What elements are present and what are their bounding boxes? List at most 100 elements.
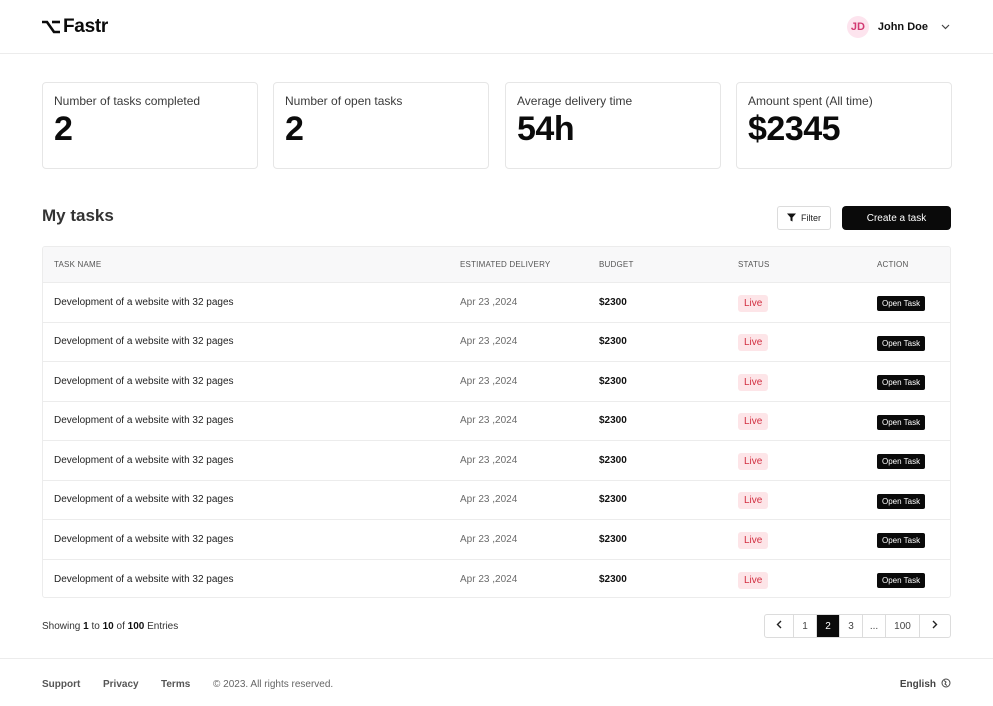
- open-task-button[interactable]: Open Task: [877, 335, 926, 351]
- stat-label: Number of open tasks: [285, 94, 403, 108]
- table-row: Development of a website with 32 pages Ap…: [43, 481, 950, 520]
- page-button[interactable]: 1: [794, 615, 817, 637]
- open-task-button[interactable]: Open Task: [877, 375, 926, 391]
- tasks-table: TASK NAME ESTIMATED DELIVERY BUDGET STAT…: [42, 246, 951, 598]
- column-header[interactable]: TASK NAME: [54, 260, 101, 269]
- page-button[interactable]: 3: [840, 615, 863, 637]
- table-row: Development of a website with 32 pages Ap…: [43, 520, 950, 560]
- task-delivery: Apr 23 ,2024: [460, 573, 518, 585]
- status-badge: Live: [738, 294, 769, 312]
- status-badge: Live: [738, 373, 769, 391]
- showing-to: 10: [102, 621, 114, 632]
- task-name: Development of a website with 32 pages: [54, 375, 234, 387]
- stat-card-avg-delivery: Average delivery time 54h: [505, 82, 721, 169]
- task-delivery: Apr 23 ,2024: [460, 494, 518, 506]
- section-title: My tasks: [42, 206, 114, 225]
- open-task-button[interactable]: Open Task: [877, 414, 926, 430]
- task-delivery: Apr 23 ,2024: [460, 296, 518, 308]
- stat-card-tasks-completed: Number of tasks completed 2: [42, 82, 258, 169]
- column-header: ACTION: [877, 260, 909, 269]
- stat-value: 2: [285, 110, 304, 148]
- chevron-right-icon: [932, 620, 938, 632]
- task-delivery: Apr 23 ,2024: [460, 533, 518, 545]
- next-page-button[interactable]: [920, 615, 950, 637]
- table-header: TASK NAME ESTIMATED DELIVERY BUDGET STAT…: [43, 247, 950, 283]
- status-badge: Live: [738, 492, 769, 510]
- task-budget: $2300: [599, 296, 627, 308]
- footer-link-terms[interactable]: Terms: [161, 679, 190, 690]
- column-header[interactable]: STATUS: [738, 260, 770, 269]
- prev-page-button[interactable]: [765, 615, 794, 637]
- task-name: Development of a website with 32 pages: [54, 296, 234, 308]
- stat-card-open-tasks: Number of open tasks 2: [273, 82, 489, 169]
- task-name: Development of a website with 32 pages: [54, 533, 234, 545]
- option-key-icon: [42, 20, 60, 34]
- footer-link-support[interactable]: Support: [42, 679, 80, 690]
- language-label: English: [899, 679, 936, 690]
- task-name: Development of a website with 32 pages: [54, 336, 234, 348]
- table-row: Development of a website with 32 pages Ap…: [43, 402, 950, 441]
- stat-card-amount-spent: Amount spent (All time) $2345: [736, 82, 952, 169]
- task-budget: $2300: [599, 533, 627, 545]
- column-header[interactable]: ESTIMATED DELIVERY: [460, 260, 550, 269]
- footer-link-privacy[interactable]: Privacy: [103, 679, 139, 690]
- open-task-button[interactable]: Open Task: [877, 493, 926, 509]
- open-task-button[interactable]: Open Task: [877, 533, 926, 549]
- avatar: JD: [846, 16, 869, 38]
- task-delivery: Apr 23 ,2024: [460, 415, 518, 427]
- entries-summary: Showing 1 to 10 of 100 Entries: [42, 621, 178, 632]
- showing-of-word: of: [116, 621, 125, 632]
- language-selector[interactable]: English: [900, 678, 951, 691]
- stat-value: 54h: [517, 110, 575, 148]
- status-badge: Live: [738, 531, 769, 549]
- user-menu[interactable]: JD John Doe: [846, 16, 951, 38]
- app-name: Fastr: [63, 16, 108, 37]
- table-row: Development of a website with 32 pages Ap…: [43, 362, 950, 402]
- showing-prefix: Showing: [42, 621, 81, 632]
- showing-suffix: Entries: [147, 621, 179, 632]
- create-task-button[interactable]: Create a task: [842, 206, 951, 230]
- footer: Support Privacy Terms © 2023. All rights…: [0, 658, 993, 706]
- status-badge: Live: [738, 571, 769, 589]
- stat-label: Average delivery time: [517, 94, 633, 108]
- table-row: Development of a website with 32 pages Ap…: [43, 441, 950, 481]
- task-budget: $2300: [599, 573, 627, 585]
- open-task-button[interactable]: Open Task: [877, 573, 926, 589]
- filter-button[interactable]: Filter: [777, 206, 831, 230]
- task-budget: $2300: [599, 454, 627, 466]
- task-name: Development of a website with 32 pages: [54, 415, 234, 427]
- task-budget: $2300: [599, 494, 627, 506]
- open-task-button[interactable]: Open Task: [877, 296, 926, 312]
- chevron-left-icon: [776, 620, 782, 632]
- showing-from: 1: [83, 621, 89, 632]
- pagination: 1 2 3 ... 100: [764, 614, 951, 638]
- showing-to-word: to: [91, 621, 100, 632]
- table-row: Development of a website with 32 pages Ap…: [43, 323, 950, 362]
- task-budget: $2300: [599, 336, 627, 348]
- showing-total: 100: [127, 621, 145, 632]
- table-row: Development of a website with 32 pages Ap…: [43, 283, 950, 323]
- status-badge: Live: [738, 452, 769, 470]
- task-budget: $2300: [599, 375, 627, 387]
- page-button-active[interactable]: 2: [817, 615, 840, 637]
- chevron-down-icon[interactable]: [939, 21, 951, 33]
- page-button[interactable]: 100: [886, 615, 920, 637]
- app-logo[interactable]: Fastr: [42, 16, 108, 38]
- task-delivery: Apr 23 ,2024: [460, 375, 518, 387]
- globe-icon: [941, 678, 951, 691]
- task-name: Development of a website with 32 pages: [54, 454, 234, 466]
- column-header[interactable]: BUDGET: [599, 260, 634, 269]
- task-delivery: Apr 23 ,2024: [460, 336, 518, 348]
- user-name: John Doe: [877, 21, 928, 33]
- copyright: © 2023. All rights reserved.: [213, 679, 334, 690]
- task-budget: $2300: [599, 415, 627, 427]
- task-delivery: Apr 23 ,2024: [460, 454, 518, 466]
- status-badge: Live: [738, 413, 769, 431]
- top-header: Fastr JD John Doe: [0, 0, 993, 54]
- table-body: Development of a website with 32 pages Ap…: [43, 283, 950, 598]
- stat-label: Number of tasks completed: [54, 94, 201, 108]
- open-task-button[interactable]: Open Task: [877, 454, 926, 470]
- task-name: Development of a website with 32 pages: [54, 494, 234, 506]
- stat-value: 2: [54, 110, 73, 148]
- table-row: Development of a website with 32 pages Ap…: [43, 560, 950, 598]
